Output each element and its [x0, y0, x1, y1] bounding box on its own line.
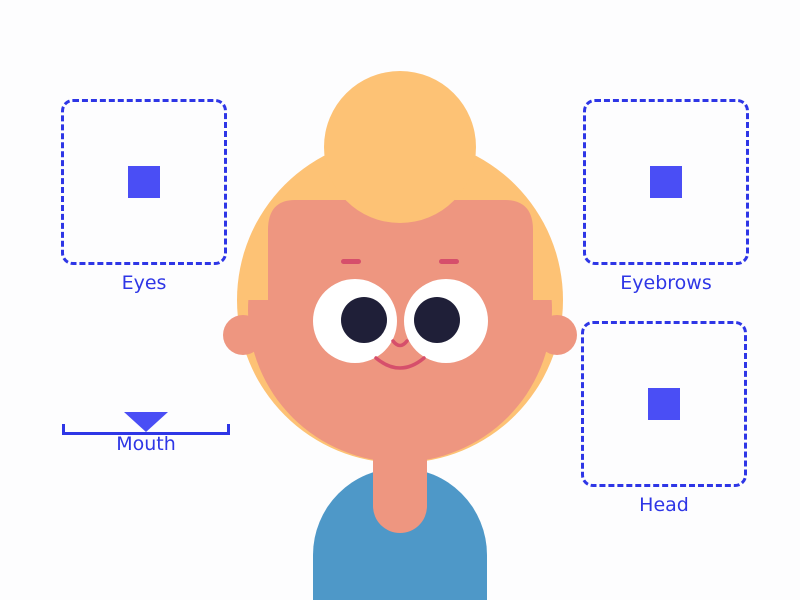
right-eyebrow: [439, 259, 459, 264]
mouth-label: Mouth: [116, 433, 176, 455]
eyes-handle[interactable]: [128, 166, 160, 198]
head-control[interactable]: [581, 321, 747, 487]
left-eyebrow: [341, 259, 361, 264]
left-pupil: [341, 297, 387, 343]
head-label: Head: [639, 494, 689, 516]
right-pupil: [414, 297, 460, 343]
head-handle[interactable]: [648, 388, 680, 420]
mouth-slider-thumb[interactable]: [124, 412, 168, 432]
eyes-label: Eyes: [121, 272, 167, 294]
eyebrows-control[interactable]: [583, 99, 749, 265]
hair-top: [324, 71, 476, 223]
eyebrows-handle[interactable]: [650, 166, 682, 198]
eyes-control[interactable]: [61, 99, 227, 265]
eyebrows-label: Eyebrows: [620, 272, 712, 294]
